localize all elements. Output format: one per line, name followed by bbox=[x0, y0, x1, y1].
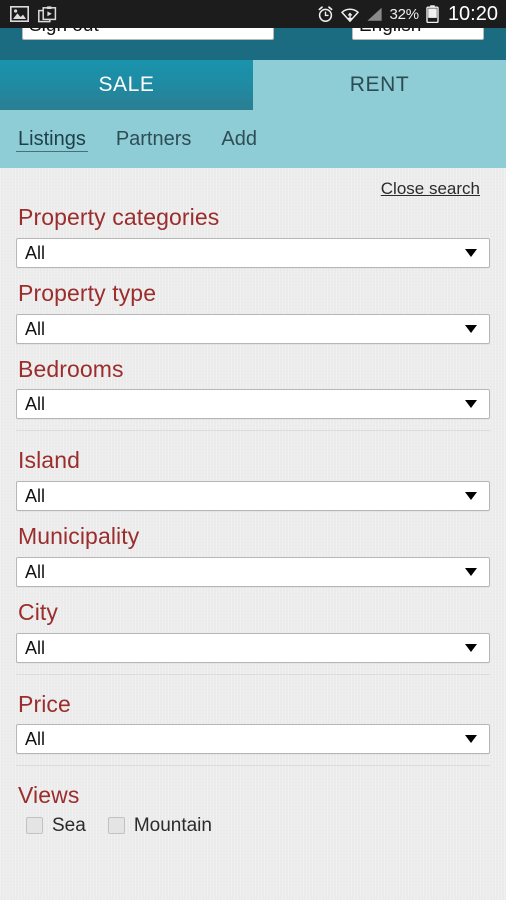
views-checkbox-row: Sea Mountain bbox=[16, 816, 490, 835]
sea-checkbox[interactable] bbox=[26, 817, 43, 834]
language-select[interactable]: English ▼ bbox=[352, 28, 484, 40]
nav-item-listings[interactable]: Listings bbox=[16, 127, 88, 152]
property-type-label: Property type bbox=[18, 279, 157, 306]
field-property-categories: Property categories All bbox=[16, 203, 490, 268]
field-price: Price All bbox=[16, 690, 490, 755]
chevron-down-icon: ▼ bbox=[258, 28, 267, 30]
chevron-down-icon bbox=[465, 643, 477, 652]
tab-sale-label: SALE bbox=[98, 73, 155, 96]
clock-label: 10:20 bbox=[447, 3, 498, 25]
chevron-down-icon bbox=[465, 567, 477, 576]
island-select[interactable]: All bbox=[16, 481, 490, 511]
island-value: All bbox=[25, 486, 46, 506]
price-select[interactable]: All bbox=[16, 724, 490, 755]
battery-percent-label: 32% bbox=[389, 5, 420, 23]
city-label: City bbox=[18, 598, 59, 625]
checkbox-item-sea[interactable]: Sea bbox=[26, 816, 86, 835]
chevron-down-icon: ▼ bbox=[468, 28, 477, 30]
property-type-value: All bbox=[25, 318, 46, 339]
bedrooms-select[interactable]: All bbox=[16, 389, 490, 420]
status-bar: 32% 10:20 bbox=[0, 0, 506, 28]
bedrooms-label: Bedrooms bbox=[18, 355, 124, 382]
filter-group-location: Island All Municipality All City All bbox=[16, 430, 490, 663]
property-categories-value: All bbox=[25, 242, 46, 263]
bedrooms-value: All bbox=[25, 394, 46, 415]
close-search-row: Close search bbox=[16, 168, 490, 197]
status-bar-right-icons: 32% 10:20 bbox=[317, 3, 498, 25]
nav-item-partners[interactable]: Partners bbox=[114, 127, 194, 151]
tab-rent-label: RENT bbox=[349, 73, 410, 96]
close-search-link[interactable]: Close search bbox=[381, 180, 480, 197]
chevron-down-icon bbox=[465, 735, 477, 744]
city-select[interactable]: All bbox=[16, 632, 490, 663]
chevron-down-icon bbox=[465, 492, 477, 500]
listing-mode-tabs: SALE RENT bbox=[0, 60, 506, 110]
field-property-type: Property type All bbox=[16, 279, 490, 344]
views-label: Views bbox=[18, 782, 80, 809]
chevron-down-icon bbox=[465, 324, 477, 333]
account-select[interactable]: Sign out ▼ bbox=[22, 28, 274, 40]
price-label: Price bbox=[18, 690, 71, 717]
field-bedrooms: Bedrooms All bbox=[16, 355, 490, 420]
property-categories-label: Property categories bbox=[18, 204, 220, 230]
nav-item-add[interactable]: Add bbox=[219, 127, 259, 151]
search-filter-panel: Close search Property categories All Pro… bbox=[0, 168, 506, 900]
alarm-icon bbox=[318, 5, 332, 22]
language-select-value: English bbox=[359, 28, 464, 35]
field-municipality: Municipality All bbox=[16, 522, 490, 587]
video-clip-icon bbox=[38, 5, 57, 22]
mountain-checkbox[interactable] bbox=[107, 817, 125, 834]
price-value: All bbox=[25, 729, 46, 750]
sea-checkbox-label: Sea bbox=[52, 815, 86, 836]
main-nav: Listings Partners Add bbox=[0, 110, 506, 168]
tab-rent[interactable]: RENT bbox=[253, 60, 506, 110]
battery-icon bbox=[426, 5, 439, 23]
wifi-icon bbox=[340, 8, 359, 22]
chevron-down-icon bbox=[465, 400, 477, 409]
tab-sale[interactable]: SALE bbox=[0, 60, 253, 110]
top-utility-bar: Sign out ▼ English ▼ bbox=[0, 28, 506, 60]
municipality-label: Municipality bbox=[18, 523, 140, 549]
field-city: City All bbox=[16, 598, 490, 663]
filter-group-property: Property categories All Property type Al… bbox=[16, 203, 490, 420]
municipality-select[interactable]: All bbox=[16, 556, 490, 587]
account-select-value: Sign out bbox=[29, 28, 254, 35]
property-type-select[interactable]: All bbox=[16, 313, 490, 344]
filter-group-price: Price All bbox=[16, 673, 490, 755]
status-bar-left-icons bbox=[10, 5, 57, 23]
chevron-down-icon bbox=[465, 248, 477, 257]
island-label: Island bbox=[18, 447, 80, 474]
checkbox-item-mountain[interactable]: Mountain bbox=[107, 815, 212, 836]
filter-group-views: Views Sea Mountain bbox=[16, 765, 490, 835]
property-categories-select[interactable]: All bbox=[16, 237, 490, 268]
city-value: All bbox=[25, 637, 46, 658]
mountain-checkbox-label: Mountain bbox=[133, 815, 212, 836]
field-island: Island All bbox=[16, 446, 490, 511]
image-icon bbox=[10, 6, 29, 22]
signal-icon bbox=[366, 7, 382, 21]
municipality-value: All bbox=[25, 561, 46, 582]
